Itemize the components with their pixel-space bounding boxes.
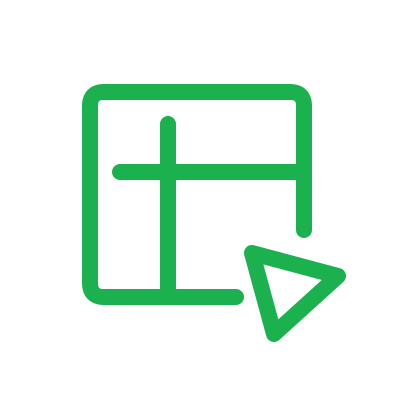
icon-canvas [0, 0, 400, 400]
spreadsheet-play-icon-svg [82, 84, 346, 342]
spreadsheet-play-icon [0, 0, 400, 400]
play-triangle-icon [244, 245, 346, 342]
